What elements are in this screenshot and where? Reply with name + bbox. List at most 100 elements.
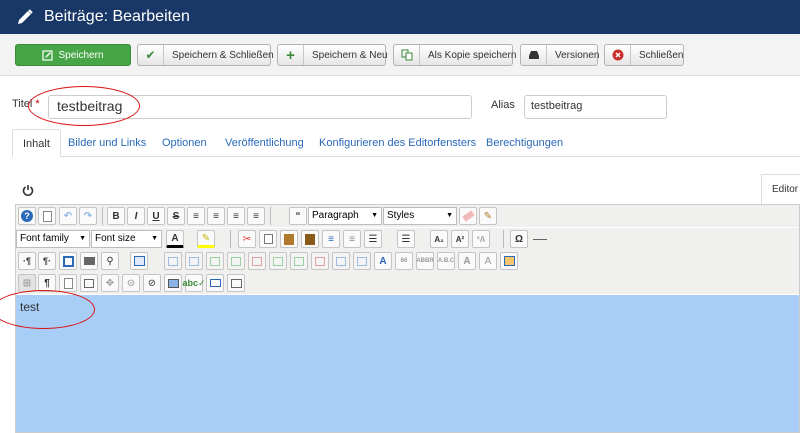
page-title: Beiträge: Bearbeiten: [44, 8, 190, 25]
editor-toolbar-row-2: Font family ▼ Font size ▼ A ✎ ✂ ≡ ≡ ☰ ☰ A₂…: [16, 228, 799, 250]
close-button[interactable]: Schließen: [604, 44, 684, 66]
insert-col-before-icon[interactable]: [269, 252, 287, 270]
font-style-icon[interactable]: A: [374, 252, 392, 270]
table-row-props-icon[interactable]: [164, 252, 182, 270]
fullscreen-icon[interactable]: [59, 252, 77, 270]
help-icon[interactable]: ?: [18, 207, 36, 225]
undo-icon[interactable]: ↶: [59, 207, 77, 225]
font-size-select[interactable]: Font size ▼: [91, 230, 162, 248]
split-cells-icon[interactable]: [332, 252, 350, 270]
format-select[interactable]: Paragraph ▼: [308, 207, 382, 225]
cite-icon[interactable]: 66: [395, 252, 413, 270]
acronym-icon[interactable]: A.B.C: [437, 252, 455, 270]
paste-icon[interactable]: [280, 230, 298, 248]
separator: [102, 207, 103, 225]
insert-row-before-icon[interactable]: [206, 252, 224, 270]
styles-select[interactable]: Styles ▼: [383, 207, 457, 225]
delete-row-icon[interactable]: [248, 252, 266, 270]
move-layer-icon[interactable]: ✥: [101, 274, 119, 292]
horizontal-rule-icon[interactable]: [531, 230, 549, 248]
alias-input[interactable]: testbeitrag: [524, 95, 667, 119]
unlink-icon[interactable]: ⊝: [122, 274, 140, 292]
align-left-icon[interactable]: ≡: [187, 207, 205, 225]
indent-icon[interactable]: ≡: [343, 230, 361, 248]
tab-editor-config[interactable]: Konfigurieren des Editorfensters: [319, 129, 476, 157]
ins-icon[interactable]: A: [479, 252, 497, 270]
align-center-icon[interactable]: ≡: [207, 207, 225, 225]
numbered-list-icon[interactable]: ☰: [364, 230, 382, 248]
font-family-select[interactable]: Font family ▼: [16, 230, 90, 248]
binoculars-icon[interactable]: ⚲: [101, 252, 119, 270]
bullet-list-icon[interactable]: ☰: [397, 230, 415, 248]
editor-content-area[interactable]: test: [16, 295, 799, 432]
highlight-icon[interactable]: ✎: [197, 230, 215, 248]
insert-table-icon[interactable]: [130, 252, 148, 270]
annotation-circle-title: [28, 86, 140, 126]
copy-icon[interactable]: [259, 230, 277, 248]
spellcheck-icon[interactable]: abc✓: [182, 274, 206, 292]
save-new-button[interactable]: + Speichern & Neu: [277, 44, 388, 66]
insert-row-after-icon[interactable]: [227, 252, 245, 270]
layer-icon[interactable]: [80, 274, 98, 292]
style-props-icon[interactable]: [227, 274, 245, 292]
italic-icon[interactable]: I: [127, 207, 145, 225]
attributes-icon[interactable]: [500, 252, 518, 270]
image-icon[interactable]: [164, 274, 182, 292]
subscript-icon[interactable]: A₂: [430, 230, 448, 248]
editor-toggle-tab[interactable]: Editor: [761, 174, 800, 204]
link-icon[interactable]: ⊘: [143, 274, 161, 292]
paste-text-icon[interactable]: [301, 230, 319, 248]
redo-icon[interactable]: ↷: [79, 207, 97, 225]
alias-label: Alias: [491, 99, 515, 111]
save-button[interactable]: Speichern: [15, 44, 131, 66]
tab-inhalt[interactable]: Inhalt: [12, 129, 61, 157]
save-label: Speichern: [58, 49, 104, 61]
omega-icon[interactable]: Ω: [510, 230, 528, 248]
tab-berechtigungen[interactable]: Berechtigungen: [486, 129, 563, 157]
cut-icon[interactable]: ✂: [238, 230, 256, 248]
rtl-icon[interactable]: ¶·: [38, 252, 56, 270]
edit-icon: [42, 49, 54, 61]
merge-cells-icon[interactable]: [353, 252, 371, 270]
copy-icon: [394, 45, 420, 65]
tab-optionen[interactable]: Optionen: [162, 129, 207, 157]
check-icon: ✔: [138, 45, 164, 65]
eraser-icon[interactable]: [459, 207, 477, 225]
char-map-disabled-icon[interactable]: ªA: [472, 230, 490, 248]
delete-col-icon[interactable]: [311, 252, 329, 270]
template-icon[interactable]: [59, 274, 77, 292]
superscript-icon[interactable]: A²: [451, 230, 469, 248]
table-cell-props-icon[interactable]: [185, 252, 203, 270]
separator: [230, 230, 231, 248]
tab-veroeffentlichung[interactable]: Veröffentlichung: [225, 129, 304, 157]
align-justify-icon[interactable]: ≡: [247, 207, 265, 225]
editor-toolbar-row-3: ·¶ ¶· ⚲ A 66 ABBR A.B.C A A: [16, 250, 799, 272]
ltr-icon[interactable]: ·¶: [18, 252, 36, 270]
abbr-icon[interactable]: ABBR: [416, 252, 434, 270]
del-icon[interactable]: A: [458, 252, 476, 270]
underline-icon[interactable]: U: [147, 207, 165, 225]
print-icon[interactable]: [80, 252, 98, 270]
separator: [503, 230, 504, 248]
bold-icon[interactable]: B: [107, 207, 125, 225]
anchor-icon[interactable]: [206, 274, 224, 292]
close-icon: [605, 45, 631, 65]
search-replace-icon[interactable]: ≡: [322, 230, 340, 248]
editor-toolbar-row-4: ⊞ ¶ ✥ ⊝ ⊘ abc✓: [16, 272, 799, 294]
insert-col-after-icon[interactable]: [290, 252, 308, 270]
blockquote-icon[interactable]: “: [289, 207, 307, 225]
action-toolbar: Speichern ✔ Speichern & Schließen + Spei…: [0, 34, 800, 76]
align-right-icon[interactable]: ≡: [227, 207, 245, 225]
cleanup-broom-icon[interactable]: ✎: [479, 207, 497, 225]
save-close-button[interactable]: ✔ Speichern & Schließen: [137, 44, 274, 66]
save-copy-button[interactable]: Als Kopie speichern: [393, 44, 516, 66]
archive-icon: [521, 45, 547, 65]
new-document-icon[interactable]: [38, 207, 56, 225]
visual-aid-icon[interactable]: ⊞: [18, 274, 36, 292]
text-color-icon[interactable]: A: [166, 230, 184, 248]
tab-bilder-und-links[interactable]: Bilder und Links: [68, 129, 146, 157]
power-icon[interactable]: [22, 184, 34, 196]
separator: [270, 207, 271, 225]
strikethrough-icon[interactable]: S: [167, 207, 185, 225]
versions-button[interactable]: Versionen: [520, 44, 599, 66]
